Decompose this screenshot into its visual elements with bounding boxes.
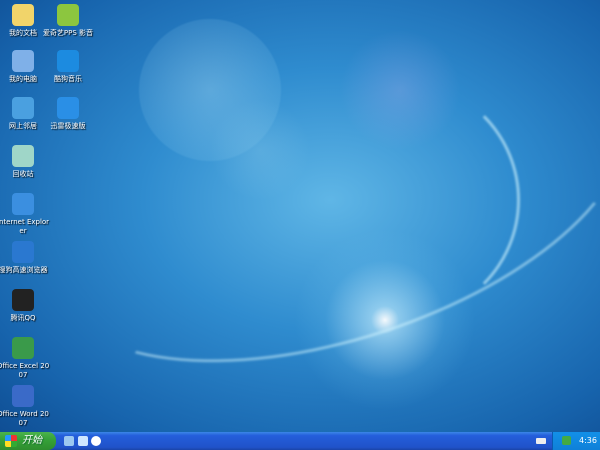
- wallpaper-wave: [280, 80, 520, 320]
- desktop-icon-xunlei[interactable]: 迅雷极速版: [41, 97, 95, 131]
- desktop-icon-recycle-bin[interactable]: 回收站: [0, 145, 50, 179]
- network-places-icon: [12, 97, 34, 119]
- system-tray: 4:36: [552, 432, 600, 450]
- desktop-icon-label: 搜狗高速浏览器: [0, 266, 48, 274]
- desktop-icon-office-excel[interactable]: Office Excel 2007: [0, 337, 50, 380]
- office-excel-icon: [12, 337, 34, 359]
- office-word-icon: [12, 385, 34, 407]
- desktop-icon-iqiyi-pps[interactable]: 爱奇艺PPS 影音: [41, 4, 95, 38]
- ie-quicklaunch-icon[interactable]: [78, 436, 88, 446]
- desktop-icon-sogou-browser[interactable]: 搜狗高速浏览器: [0, 241, 50, 275]
- desktop-icon-label: 爱奇艺PPS 影音: [42, 29, 94, 37]
- keyboard-icon[interactable]: [536, 438, 546, 444]
- sogou-quicklaunch-icon[interactable]: [91, 436, 101, 446]
- desktop-icon-label: Office Excel 2007: [0, 362, 50, 379]
- desktop-icon-office-word[interactable]: Office Word 2007: [0, 385, 50, 428]
- desktop-icon-tencent-qq[interactable]: 腾讯QQ: [0, 289, 50, 323]
- desktop-icon-label: 酷狗音乐: [54, 75, 82, 83]
- internet-explorer-icon: [12, 193, 34, 215]
- desktop-icon-internet-explorer[interactable]: Internet Explorer: [0, 193, 50, 236]
- clock[interactable]: 4:36: [579, 432, 597, 450]
- kugou-music-icon: [57, 50, 79, 72]
- desktop-icon-label: 迅雷极速版: [50, 122, 86, 130]
- my-documents-icon: [12, 4, 34, 26]
- desktop-icon-label: 回收站: [12, 170, 34, 178]
- desktop-icon-label: 腾讯QQ: [10, 314, 36, 322]
- tencent-qq-icon: [12, 289, 34, 311]
- desktop-icon-label: Office Word 2007: [0, 410, 49, 427]
- windows-logo-icon: [5, 435, 17, 447]
- desktop: 我的文档 爱奇艺PPS 影音 我的电脑 酷狗音乐 网上邻居 迅雷极速版 回收站 Interne…: [0, 0, 600, 432]
- my-computer-icon: [12, 50, 34, 72]
- desktop-icon-kugou-music[interactable]: 酷狗音乐: [41, 50, 95, 84]
- network-icon[interactable]: [562, 436, 571, 445]
- desktop-icon-label: Internet Explorer: [0, 218, 50, 235]
- start-label: 开始: [22, 435, 42, 446]
- sogou-browser-icon: [12, 241, 34, 263]
- show-desktop-icon[interactable]: [64, 436, 74, 446]
- iqiyi-pps-icon: [57, 4, 79, 26]
- taskbar: 开始 4:36: [0, 432, 600, 450]
- xunlei-icon: [57, 97, 79, 119]
- start-button[interactable]: 开始: [0, 432, 56, 450]
- recycle-bin-icon: [12, 145, 34, 167]
